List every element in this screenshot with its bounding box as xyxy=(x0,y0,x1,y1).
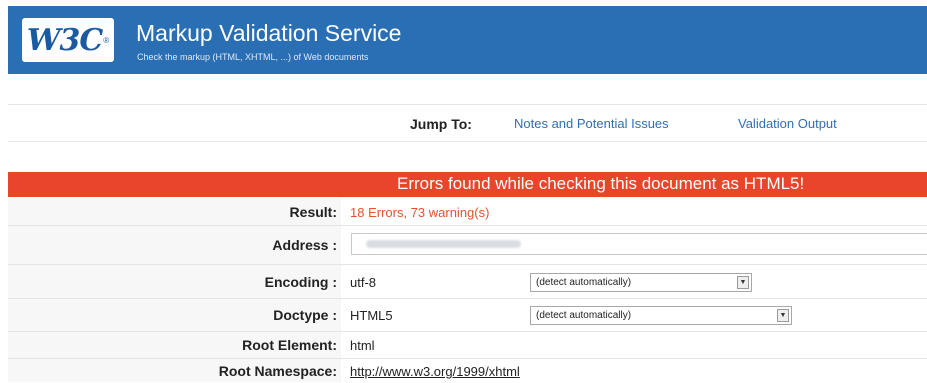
doctype-row: Doctype : HTML5 (detect automatically) ▼ xyxy=(8,299,927,332)
result-value: 18 Errors, 73 warning(s) xyxy=(350,205,490,220)
chevron-down-icon[interactable]: ▼ xyxy=(777,309,789,322)
jump-link-notes[interactable]: Notes and Potential Issues xyxy=(514,116,669,131)
address-input[interactable] xyxy=(351,233,927,255)
encoding-select-value: (detect automatically) xyxy=(536,277,632,288)
result-label: Result: xyxy=(289,204,337,220)
root-namespace-label: Root Namespace: xyxy=(218,363,337,379)
jump-to-bar: Jump To: Notes and Potential Issues Vali… xyxy=(8,104,927,142)
doctype-select-value: (detect automatically) xyxy=(536,310,632,321)
error-banner-text: Errors found while checking this documen… xyxy=(397,174,805,193)
root-element-label: Root Element: xyxy=(242,337,337,353)
root-element-value: html xyxy=(350,338,375,353)
address-row: Address : xyxy=(8,226,927,265)
root-element-row: Root Element: html xyxy=(8,332,927,359)
root-namespace-link[interactable]: http://www.w3.org/1999/xhtml xyxy=(350,364,520,379)
jump-to-label: Jump To: xyxy=(410,116,472,132)
chevron-down-icon[interactable]: ▼ xyxy=(737,276,749,289)
error-banner: Errors found while checking this documen… xyxy=(8,172,927,197)
address-value-blurred xyxy=(366,240,521,248)
doctype-label: Doctype : xyxy=(273,307,337,323)
registered-mark: ® xyxy=(103,35,110,45)
doctype-select[interactable]: (detect automatically) ▼ xyxy=(530,306,792,325)
page-title: Markup Validation Service xyxy=(136,20,402,46)
jump-link-validation-output[interactable]: Validation Output xyxy=(738,116,837,131)
doctype-value: HTML5 xyxy=(350,308,393,323)
address-label: Address : xyxy=(272,237,337,253)
encoding-value: utf-8 xyxy=(350,275,377,290)
w3c-logo[interactable]: W3C ® xyxy=(22,18,114,62)
page-subtitle: Check the markup (HTML, XHTML, ...) of W… xyxy=(137,52,369,62)
result-row: Result: 18 Errors, 73 warning(s) xyxy=(8,198,927,226)
encoding-label: Encoding : xyxy=(264,274,337,290)
root-namespace-row: Root Namespace: http://www.w3.org/1999/x… xyxy=(8,359,927,383)
encoding-row: Encoding : utf-8 (detect automatically) … xyxy=(8,265,927,299)
header-bar: W3C ® Markup Validation Service Check the… xyxy=(8,6,927,74)
encoding-select[interactable]: (detect automatically) ▼ xyxy=(530,273,752,292)
w3c-logo-text: W3C xyxy=(26,22,103,58)
